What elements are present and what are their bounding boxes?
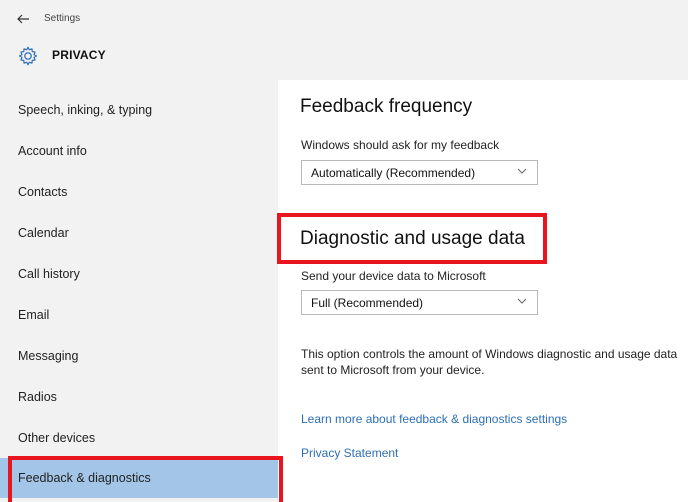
privacy-statement-link[interactable]: Privacy Statement [301, 446, 398, 460]
sidebar: Speech, inking, & typing Account info Co… [0, 80, 278, 502]
diagnostic-label: Send your device data to Microsoft [301, 269, 486, 283]
sidebar-item-label: Radios [18, 390, 57, 404]
sidebar-item-label: Speech, inking, & typing [18, 103, 153, 117]
sidebar-item-messaging[interactable]: Messaging [0, 338, 278, 374]
chevron-down-icon [517, 168, 527, 174]
sidebar-item-label: Feedback & diagnostics [18, 471, 151, 485]
sidebar-item-radios[interactable]: Radios [0, 379, 278, 415]
sidebar-item-speech[interactable]: Speech, inking, & typing [0, 92, 278, 128]
sidebar-item-label: Other devices [18, 431, 96, 445]
learn-more-link[interactable]: Learn more about feedback & diagnostics … [301, 412, 567, 426]
feedback-frequency-label: Windows should ask for my feedback [301, 138, 500, 152]
feedback-frequency-heading: Feedback frequency [300, 96, 473, 117]
diagnostic-heading: Diagnostic and usage data [300, 228, 525, 249]
chevron-down-icon [517, 298, 527, 304]
sidebar-item-label: Contacts [18, 185, 68, 199]
sidebar-item-label: Calendar [18, 226, 69, 240]
sidebar-item-call-history[interactable]: Call history [0, 256, 278, 292]
gear-icon [18, 46, 38, 66]
diagnostic-dropdown[interactable]: Full (Recommended) [301, 290, 538, 315]
sidebar-item-email[interactable]: Email [0, 297, 278, 333]
back-button[interactable] [8, 8, 38, 30]
sidebar-item-other-devices[interactable]: Other devices [0, 420, 278, 456]
feedback-frequency-dropdown[interactable]: Automatically (Recommended) [301, 160, 538, 185]
dropdown-value: Full (Recommended) [311, 295, 424, 310]
sidebar-item-account-info[interactable]: Account info [0, 133, 278, 169]
sidebar-item-contacts[interactable]: Contacts [0, 174, 278, 210]
back-arrow-icon [17, 14, 29, 24]
sidebar-item-calendar[interactable]: Calendar [0, 215, 278, 251]
sidebar-item-label: Messaging [18, 349, 79, 363]
sidebar-item-feedback-diagnostics[interactable]: Feedback & diagnostics [0, 458, 278, 498]
sidebar-item-label: Account info [18, 144, 87, 158]
title-bar: Settings PRIVACY [0, 0, 688, 80]
diagnostic-description: This option controls the amount of Windo… [301, 347, 678, 377]
sidebar-item-label: Email [18, 308, 50, 322]
app-title: Settings [44, 13, 81, 24]
sidebar-item-label: Call history [18, 267, 80, 281]
dropdown-value: Automatically (Recommended) [311, 165, 476, 180]
page-title: PRIVACY [52, 48, 106, 62]
